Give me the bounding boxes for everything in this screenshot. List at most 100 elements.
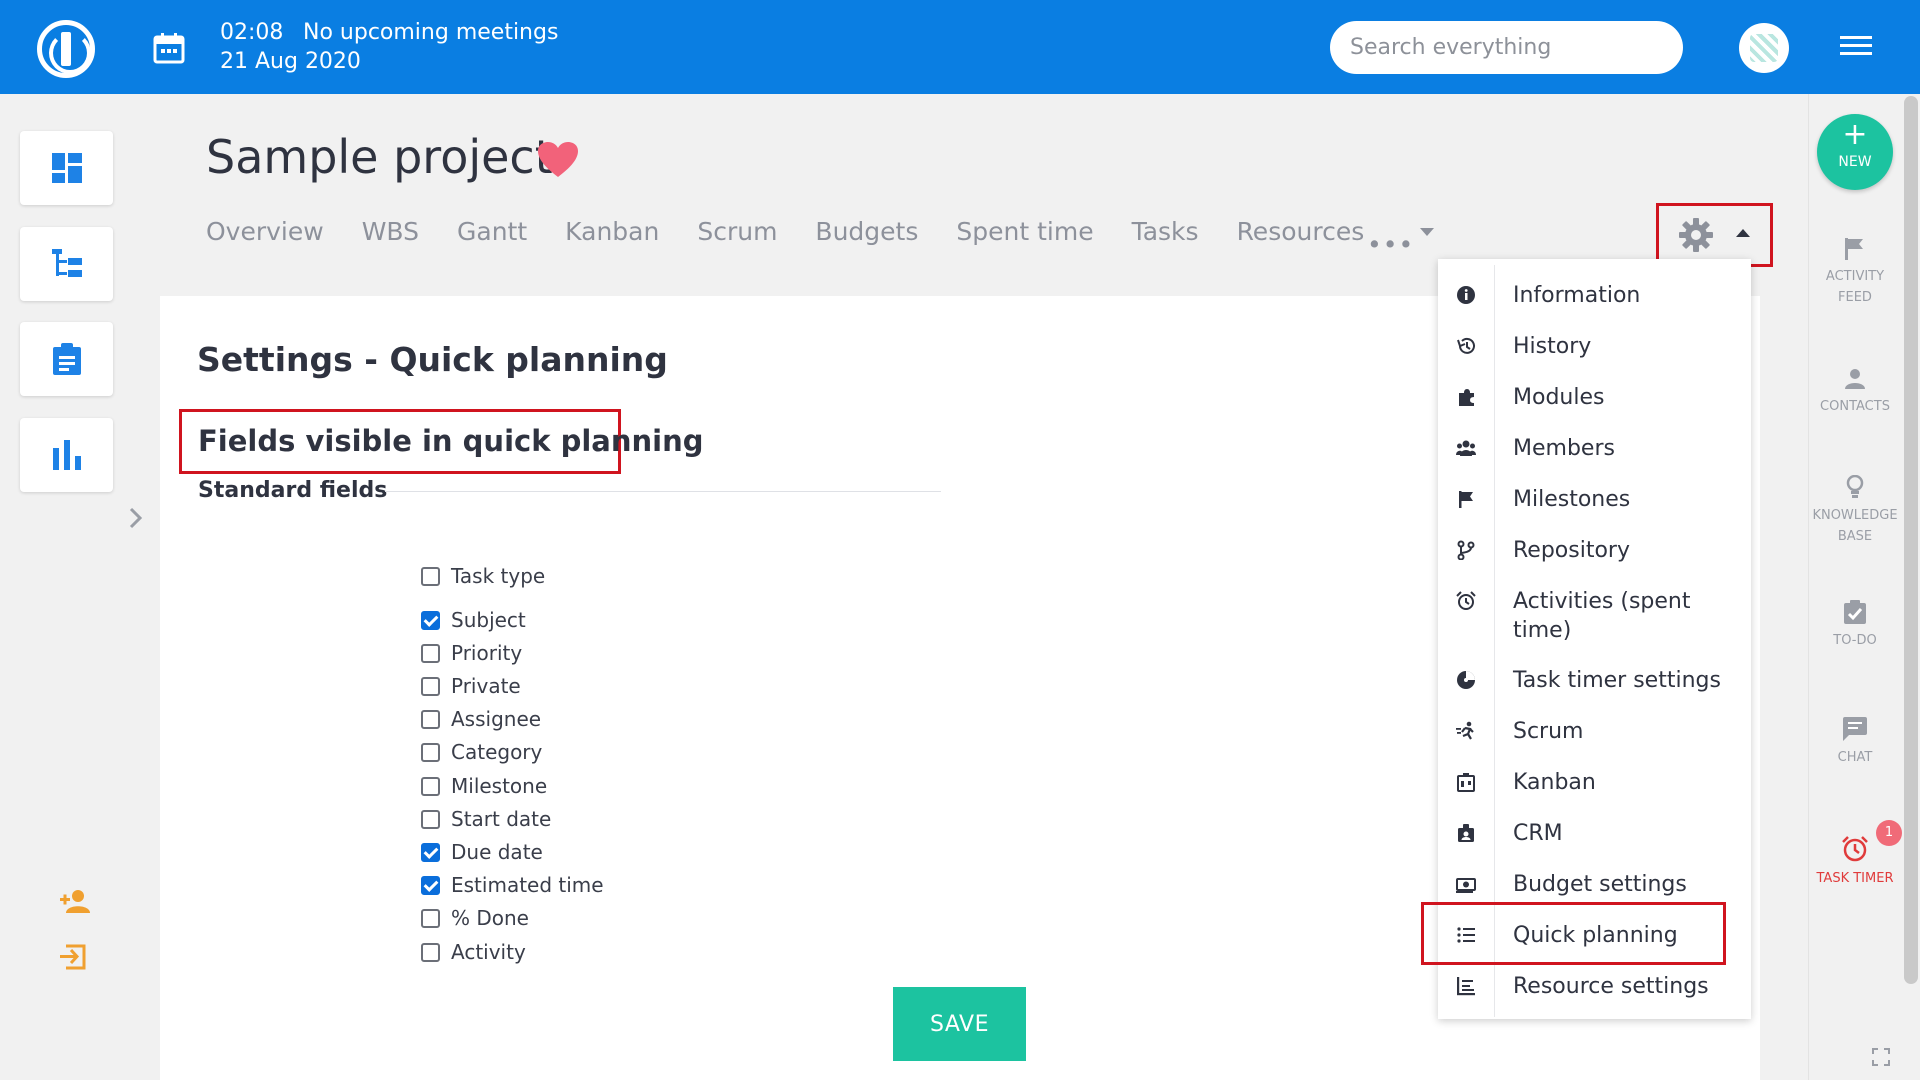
- calendar-icon[interactable]: [153, 32, 185, 64]
- activity-feed-button[interactable]: ACTIVITY FEED: [1808, 238, 1902, 308]
- field-checkbox-label: Due date: [451, 840, 543, 864]
- scrollbar-thumb[interactable]: [1904, 96, 1918, 984]
- field-checkbox-row[interactable]: Private: [421, 674, 521, 698]
- menu-item-label[interactable]: Repository: [1513, 536, 1630, 565]
- knowledge-base-button[interactable]: KNOWLEDGE BASE: [1808, 475, 1902, 547]
- chat-label: CHAT: [1837, 750, 1873, 765]
- top-bar: 02:08 No upcoming meetings 21 Aug 2020: [0, 0, 1920, 94]
- meetings-status[interactable]: No upcoming meetings: [303, 20, 558, 45]
- tree-structure-icon: [51, 249, 82, 277]
- menu-caret-up-icon[interactable]: [1736, 229, 1750, 237]
- bar-chart-icon: [52, 440, 81, 470]
- field-checkbox[interactable]: [421, 875, 440, 895]
- current-time: 02:08: [220, 20, 284, 45]
- flag-icon: [1845, 238, 1863, 260]
- current-date: 21 Aug 2020: [220, 49, 361, 74]
- members-icon: [1456, 438, 1476, 458]
- more-tabs-caret-icon[interactable]: [1420, 228, 1434, 236]
- dashboard-button[interactable]: [20, 131, 113, 205]
- contacts-label: CONTACTS: [1820, 399, 1890, 414]
- field-checkbox-label: Task type: [451, 564, 546, 588]
- wbs-button[interactable]: [20, 227, 113, 301]
- field-checkbox-row[interactable]: % Done: [421, 906, 529, 930]
- menu-item-label[interactable]: Task timer settings: [1513, 666, 1721, 695]
- field-checkbox-row[interactable]: Priority: [421, 641, 522, 665]
- todo-label: TO-DO: [1833, 633, 1877, 648]
- menu-item-label[interactable]: Modules: [1513, 383, 1604, 412]
- section-title: Fields visible in quick planning: [198, 424, 704, 458]
- field-checkbox[interactable]: [421, 676, 440, 696]
- fullscreen-icon[interactable]: [1872, 1048, 1890, 1066]
- field-checkbox-label: Activity: [451, 940, 526, 964]
- activity-feed-label: ACTIVITY FEED: [1825, 269, 1885, 305]
- menu-item-label[interactable]: Budget settings: [1513, 870, 1687, 899]
- tab-budgets[interactable]: Budgets: [815, 217, 918, 246]
- field-checkbox[interactable]: [421, 942, 440, 962]
- field-checkbox[interactable]: [421, 566, 440, 586]
- field-checkbox-row[interactable]: Subject: [421, 608, 526, 632]
- field-checkbox[interactable]: [421, 842, 440, 862]
- add-user-icon[interactable]: [60, 889, 90, 913]
- new-button-label: NEW: [1838, 154, 1872, 170]
- menu-item-label[interactable]: Information: [1513, 281, 1640, 310]
- resource-icon: [1456, 976, 1476, 996]
- field-checkbox[interactable]: [421, 742, 440, 762]
- field-checkbox[interactable]: [421, 643, 440, 663]
- menu-item-label[interactable]: Scrum: [1513, 717, 1583, 746]
- field-checkbox-label: Milestone: [451, 774, 548, 798]
- field-checkbox-row[interactable]: Task type: [421, 564, 545, 588]
- tasks-button[interactable]: [20, 322, 113, 396]
- avatar[interactable]: [1739, 23, 1789, 73]
- field-checkbox[interactable]: [421, 610, 440, 630]
- app-logo-icon[interactable]: [37, 20, 95, 78]
- more-tabs-button[interactable]: •••: [1367, 230, 1414, 259]
- field-checkbox[interactable]: [421, 908, 440, 928]
- field-checkbox-row[interactable]: Start date: [421, 807, 551, 831]
- menu-item-label[interactable]: CRM: [1513, 819, 1563, 848]
- menu-item-label[interactable]: Members: [1513, 434, 1615, 463]
- menu-item-label[interactable]: Kanban: [1513, 768, 1596, 797]
- hamburger-menu-icon[interactable]: [1840, 36, 1872, 60]
- save-button[interactable]: SAVE: [893, 987, 1026, 1061]
- menu-item-label[interactable]: History: [1513, 332, 1591, 361]
- contacts-button[interactable]: CONTACTS: [1808, 368, 1902, 417]
- field-checkbox[interactable]: [421, 709, 440, 729]
- tab-spent-time[interactable]: Spent time: [956, 217, 1093, 246]
- field-checkbox-label: Category: [451, 740, 543, 764]
- project-tabs: Overview WBS Gantt Kanban Scrum Budgets …: [206, 217, 1402, 246]
- section-divider: [385, 491, 941, 492]
- tab-tasks[interactable]: Tasks: [1132, 217, 1199, 246]
- favorite-heart-icon[interactable]: [538, 142, 578, 178]
- tab-overview[interactable]: Overview: [206, 217, 324, 246]
- field-checkbox-row[interactable]: Due date: [421, 840, 543, 864]
- field-checkbox[interactable]: [421, 776, 440, 796]
- field-checkbox-row[interactable]: Milestone: [421, 774, 547, 798]
- field-checkbox-row[interactable]: Assignee: [421, 707, 541, 731]
- chat-button[interactable]: CHAT: [1808, 717, 1902, 768]
- menu-item-label[interactable]: Activities (spent time): [1513, 587, 1713, 645]
- gear-icon[interactable]: [1679, 218, 1713, 252]
- timer-icon: [1456, 670, 1476, 690]
- clipboard-icon: [52, 343, 81, 375]
- field-checkbox[interactable]: [421, 809, 440, 829]
- lightbulb-icon: [1846, 475, 1864, 498]
- tab-gantt[interactable]: Gantt: [457, 217, 527, 246]
- todo-button[interactable]: TO-DO: [1808, 600, 1902, 651]
- search-input[interactable]: [1330, 21, 1683, 74]
- reports-button[interactable]: [20, 418, 113, 492]
- login-icon[interactable]: [60, 944, 88, 970]
- tab-kanban[interactable]: Kanban: [565, 217, 659, 246]
- field-checkbox-row[interactable]: Estimated time: [421, 873, 604, 897]
- menu-item-label[interactable]: Resource settings: [1513, 972, 1709, 1001]
- field-checkbox-row[interactable]: Activity: [421, 940, 526, 964]
- run-icon: [1456, 721, 1476, 741]
- tab-scrum[interactable]: Scrum: [697, 217, 777, 246]
- tab-resources[interactable]: Resources: [1237, 217, 1365, 246]
- tab-wbs[interactable]: WBS: [362, 217, 419, 246]
- standard-fields-label: Standard fields: [198, 478, 388, 503]
- plus-icon: +: [1842, 117, 1868, 152]
- new-button[interactable]: + NEW: [1817, 114, 1893, 190]
- field-checkbox-row[interactable]: Category: [421, 740, 542, 764]
- menu-item-label[interactable]: Milestones: [1513, 485, 1630, 514]
- chevron-right-icon[interactable]: [128, 506, 144, 530]
